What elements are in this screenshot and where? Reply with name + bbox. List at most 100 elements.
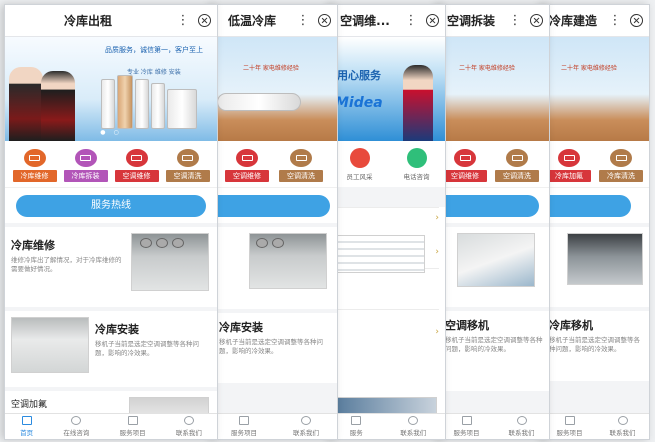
washer-icon bbox=[610, 149, 632, 167]
banner-slogan: 用心服务 bbox=[337, 69, 381, 82]
cold-room-photo bbox=[249, 233, 327, 289]
washer-icon bbox=[176, 149, 199, 167]
hotline-button[interactable] bbox=[213, 194, 330, 217]
appliance-image bbox=[167, 89, 197, 129]
section-title: 冷库移机 bbox=[549, 319, 593, 332]
layers-icon bbox=[239, 416, 249, 425]
tab-label: 联系我们 bbox=[508, 429, 535, 437]
service-icon-row: 员工风采 电话咨询 bbox=[331, 141, 445, 187]
window-card-cold-storage-rent[interactable]: 冷库出租 ⋮ 品质服务，诚信第一，客户至上 专业 冷库 维修 安装 ● ○ 冷库… bbox=[4, 4, 218, 440]
service-item[interactable]: 电话咨询 bbox=[403, 147, 430, 181]
service-section[interactable]: 冷库安装 移机子当前是选定空调调整等各种问题，影响的冷效果。 bbox=[5, 311, 217, 387]
tab-contact[interactable]: 联系我们 bbox=[610, 416, 636, 437]
hotline-area bbox=[439, 187, 549, 223]
service-section[interactable]: 冷库移机 移机子当前是选定空调调整等各种问题，影响的冷效果。 bbox=[543, 311, 649, 381]
tab-services[interactable]: 服务项目 bbox=[120, 416, 146, 437]
category-item[interactable]: 空调维修 bbox=[443, 149, 487, 182]
close-icon[interactable] bbox=[630, 14, 643, 27]
category-item[interactable]: 冷库加氟 bbox=[547, 149, 591, 182]
layers-icon bbox=[564, 416, 575, 425]
hotline-area: 服务热线 bbox=[5, 187, 217, 223]
hotline-area bbox=[543, 187, 649, 223]
category-item[interactable]: 空调清洗 bbox=[495, 149, 539, 182]
window-card-ac-dismantle[interactable]: 空调拆装 ⋮ 二十年 家电维修经验 空调维修 空调清洗 空调移机 移机子当前是选… bbox=[438, 4, 550, 440]
service-section[interactable] bbox=[543, 227, 649, 307]
tab-services[interactable]: 服务 bbox=[350, 416, 363, 437]
section-description: 移机子当前是选定空调调整等各种问题，影响的冷效果。 bbox=[95, 340, 199, 357]
bottom-tab-bar: 首页 在线咨询 服务项目 联系我们 bbox=[5, 413, 217, 439]
category-item[interactable]: 空调维修 bbox=[225, 149, 269, 182]
hotline-button[interactable] bbox=[543, 194, 631, 217]
tab-contact[interactable]: 联系我们 bbox=[176, 416, 202, 437]
tab-services[interactable]: 服务项目 bbox=[231, 416, 257, 437]
hotline-button[interactable] bbox=[439, 194, 539, 217]
divider bbox=[337, 207, 439, 208]
chevron-right-icon[interactable]: › bbox=[435, 327, 439, 337]
window-card-low-temp-storage[interactable]: 低温冷库 ⋮ 二十年 家电维修经验 空调维修 空调清洗 冷库安装 移机子当前是选… bbox=[212, 4, 338, 440]
service-section[interactable]: 空调移机 移机子当前是选定空调调整等各种问题，影响的冷效果。 bbox=[439, 311, 549, 391]
category-label: 空调维修 bbox=[114, 170, 159, 182]
banner-subtitle: 专业 冷库 维修 安装 bbox=[127, 69, 181, 76]
tab-services[interactable]: 服务项目 bbox=[557, 416, 583, 437]
more-icon[interactable]: ⋮ bbox=[508, 13, 522, 28]
window-card-cold-storage-build[interactable]: 冷库建造 ⋮ 二十年 家电维修经验 冷库加氟 冷库清洗 冷库移机 移机子当前是选… bbox=[542, 4, 650, 440]
category-item[interactable]: 空调清洗 bbox=[279, 149, 323, 182]
chevron-right-icon[interactable]: › bbox=[435, 213, 439, 223]
layers-icon bbox=[127, 416, 138, 425]
more-icon[interactable]: ⋮ bbox=[296, 13, 310, 28]
section-description: 维修冷库出了解情况，对于冷库维修的需要做好情况。 bbox=[11, 256, 122, 273]
ac-repair-photo bbox=[457, 233, 535, 287]
service-section[interactable]: 冷库维修 维修冷库出了解情况，对于冷库维修的需要做好情况。 bbox=[5, 227, 217, 307]
category-item[interactable]: 冷库清洗 bbox=[599, 149, 643, 182]
category-item[interactable]: 冷库拆装 bbox=[63, 149, 108, 182]
close-icon[interactable] bbox=[426, 14, 439, 27]
close-icon[interactable] bbox=[318, 14, 331, 27]
category-label: 冷库加氟 bbox=[547, 170, 591, 182]
category-row: 冷库加氟 冷库清洗 bbox=[543, 141, 649, 187]
more-icon[interactable]: ⋮ bbox=[176, 13, 190, 28]
banner-image: 二十年 家电维修经验 bbox=[213, 37, 337, 141]
hotline-button[interactable]: 服务热线 bbox=[16, 194, 206, 217]
carousel-dots[interactable]: ● ○ bbox=[5, 129, 217, 136]
tab-home[interactable]: 首页 bbox=[20, 416, 33, 437]
window-card-ac-repair[interactable]: 空调维... ⋮ 用心服务 Midea 员工风采 电话咨询 › › › 服务 联… bbox=[330, 4, 446, 440]
service-section[interactable] bbox=[439, 227, 549, 307]
category-item[interactable]: 冷库维修 bbox=[12, 149, 57, 182]
close-icon[interactable] bbox=[530, 14, 543, 27]
title-bar: 空调维... ⋮ bbox=[331, 5, 445, 37]
banner-image: 品质服务，诚信第一，客户至上 专业 冷库 维修 安装 ● ○ bbox=[5, 37, 217, 141]
banner-slogan: 二十年 家电维修经验 bbox=[243, 65, 299, 72]
user-icon bbox=[301, 416, 311, 425]
phone-icon bbox=[406, 147, 427, 168]
tools-icon bbox=[74, 149, 97, 167]
category-label: 空调维修 bbox=[443, 170, 487, 182]
divider bbox=[337, 309, 439, 310]
warehouse-photo bbox=[567, 233, 643, 285]
fridge-image bbox=[135, 79, 149, 129]
section-description: 移机子当前是选定空调调整等各种问题，影响的冷效果。 bbox=[219, 338, 323, 355]
fridge-image bbox=[117, 75, 133, 129]
service-section[interactable] bbox=[213, 227, 337, 309]
category-row: 空调维修 空调清洗 bbox=[213, 141, 337, 187]
category-item[interactable]: 空调清洗 bbox=[165, 149, 210, 182]
category-label: 空调清洗 bbox=[495, 170, 539, 182]
tab-services[interactable]: 服务项目 bbox=[454, 416, 480, 437]
service-section[interactable]: 冷库安装 移机子当前是选定空调调整等各种问题，影响的冷效果。 bbox=[213, 313, 337, 383]
cold-room-photo bbox=[131, 233, 209, 291]
tab-contact[interactable]: 联系我们 bbox=[400, 416, 426, 437]
chevron-right-icon[interactable]: › bbox=[435, 247, 439, 257]
home-icon bbox=[21, 416, 32, 425]
more-icon[interactable]: ⋮ bbox=[608, 13, 622, 28]
window-title: 低温冷库 bbox=[227, 14, 276, 28]
tab-online-consult[interactable]: 在线咨询 bbox=[63, 416, 89, 437]
tab-contact[interactable]: 联系我们 bbox=[293, 416, 319, 437]
service-label: 电话咨询 bbox=[403, 172, 430, 181]
more-icon[interactable]: ⋮ bbox=[404, 13, 418, 28]
category-item[interactable]: 空调维修 bbox=[114, 149, 159, 182]
close-icon[interactable] bbox=[198, 14, 211, 27]
banner-image: 用心服务 Midea bbox=[331, 37, 445, 141]
service-item[interactable]: 员工风采 bbox=[347, 147, 373, 181]
hotline-area bbox=[213, 187, 337, 223]
tab-contact[interactable]: 联系我们 bbox=[509, 416, 535, 437]
tab-label: 首页 bbox=[20, 429, 34, 437]
